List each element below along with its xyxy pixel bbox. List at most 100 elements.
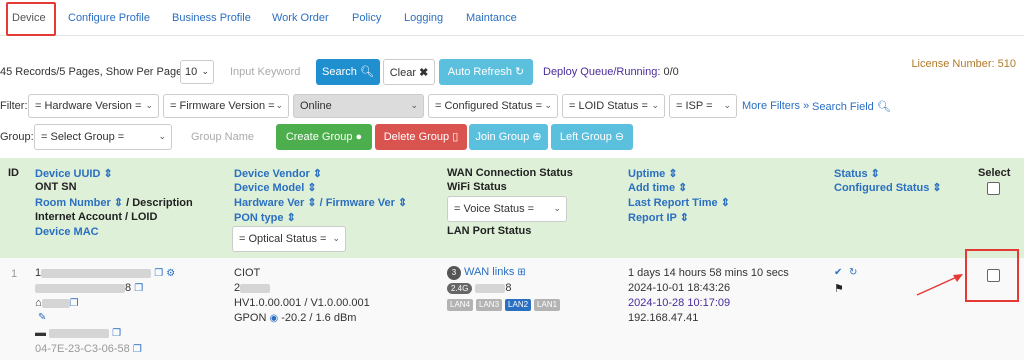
row-add-time: 2024-10-01 18:43:26 (628, 282, 731, 294)
copy-icon[interactable]: ❐ (70, 298, 79, 309)
auto-refresh-button[interactable]: Auto Refresh ↻ (439, 59, 533, 85)
copy-icon[interactable]: ❐ (112, 328, 121, 339)
more-filters-link[interactable]: More Filters » (742, 100, 809, 112)
col-report-ip[interactable]: Report IP ⇕ (628, 211, 689, 224)
tab-bar: Device Configure Profile Business Profil… (0, 0, 1024, 36)
deploy-queue-status[interactable]: Deploy Queue/Running: 0/0 (543, 66, 679, 78)
keyword-input[interactable]: Input Keyword (222, 60, 310, 84)
chevron-down-icon: ⌄ (275, 100, 283, 110)
col-lan-port-status: LAN Port Status (447, 225, 532, 237)
row-pon: GPON ◉ -20.2 / 1.6 dBm (234, 312, 357, 324)
isp-select[interactable]: = ISP = ⌄ (669, 94, 737, 118)
col-configured-status[interactable]: Configured Status ⇕ (834, 181, 942, 194)
chevron-down-icon: ⌄ (410, 100, 418, 110)
row-device-mac: 04-7E-23-C3-06-58 ❐ (35, 343, 142, 355)
plus-circle-icon: ⊕ (532, 131, 542, 143)
row-wan: 3 WAN links ⊞ (447, 266, 526, 280)
row-lan-ports: LAN4 LAN3 LAN2 LAN1 (447, 298, 563, 311)
wifi-band-badge: 2.4G (447, 283, 473, 294)
hardware-version-select[interactable]: = Hardware Version = ⌄ (28, 94, 159, 118)
copy-icon[interactable]: ❐ (134, 283, 143, 294)
col-device-model[interactable]: Device Model ⇕ (234, 181, 317, 194)
col-last-report-time[interactable]: Last Report Time ⇕ (628, 196, 730, 209)
eye-icon[interactable]: ◉ (269, 313, 278, 324)
col-device-uuid[interactable]: Device UUID ⇕ (35, 167, 113, 180)
sync-icon[interactable]: ↻ (849, 267, 857, 278)
redacted-text (475, 283, 506, 293)
wan-links-link[interactable]: WAN links (464, 266, 514, 278)
group-label: Group: (0, 131, 34, 143)
col-uptime[interactable]: Uptime ⇕ (628, 167, 678, 180)
gear-icon[interactable]: ⚙ (166, 268, 175, 279)
redacted-text (240, 283, 271, 293)
redacted-text (41, 298, 70, 308)
sort-icon: ⇕ (103, 168, 113, 180)
optical-status-select[interactable]: = Optical Status = ⌄ (232, 226, 346, 252)
col-device-mac[interactable]: Device MAC (35, 226, 99, 238)
col-room-number[interactable]: Room Number (35, 197, 111, 209)
users-icon: ● (355, 131, 363, 143)
col-room-description: Room Number ⇕ / Description (35, 197, 193, 209)
lan-port-badge: LAN1 (534, 299, 561, 311)
highlight-box-device-tab (6, 2, 56, 36)
col-device-vendor[interactable]: Device Vendor ⇕ (234, 167, 322, 180)
row-model: 2 (234, 282, 271, 294)
lan-port-badge: LAN3 (476, 299, 503, 311)
loid-status-select[interactable]: = LOID Status = ⌄ (562, 94, 665, 118)
row-report-ip: 192.168.47.41 (628, 312, 699, 324)
row-uptime: 1 days 14 hours 58 mins 10 secs (628, 267, 789, 279)
tab-policy[interactable]: Policy (352, 12, 381, 24)
col-status[interactable]: Status ⇕ (834, 167, 880, 180)
chevron-down-icon: ⌄ (145, 100, 153, 110)
create-group-button[interactable]: Create Group ● (276, 124, 372, 150)
col-pon-type[interactable]: PON type ⇕ (234, 211, 296, 224)
clear-button[interactable]: Clear ✖ (383, 59, 435, 85)
status-online-icon: ✔ (834, 267, 843, 278)
lan-port-badge: LAN4 (447, 299, 474, 311)
group-name-input[interactable]: Group Name (183, 125, 271, 149)
search-field-link[interactable]: Search Field 🔍︎ (812, 100, 891, 113)
zoom-icon: 🔍︎ (876, 101, 891, 113)
row-internet-account: ▬ ❐ (35, 327, 121, 339)
chevron-down-icon: ⌄ (332, 233, 340, 243)
select-all-checkbox[interactable] (987, 182, 1000, 195)
minus-circle-icon: ⊖ (614, 131, 625, 143)
col-add-time[interactable]: Add time ⇕ (628, 181, 687, 194)
tab-configure-profile[interactable]: Configure Profile (68, 12, 150, 24)
records-summary: 45 Records/5 Pages, Show Per Page: (0, 66, 186, 78)
edit-pencil-icon[interactable]: ✎ (38, 312, 46, 323)
voice-status-select[interactable]: = Voice Status = ⌄ (447, 196, 567, 222)
configured-status-select[interactable]: = Configured Status = ⌄ (428, 94, 558, 118)
chevron-down-icon: ⌄ (651, 100, 659, 110)
col-wifi-status: WiFi Status (447, 181, 507, 193)
col-description: / Description (126, 197, 193, 209)
trash-icon: ▯ (452, 131, 459, 143)
copy-icon[interactable]: ❐ (154, 268, 163, 279)
redacted-text (49, 328, 110, 338)
left-group-button[interactable]: Left Group ⊖ (551, 124, 633, 150)
chevron-down-icon: ⌄ (158, 131, 166, 141)
row-room: ⌂ ❐ (35, 297, 79, 309)
row-ont-sn: 8 ❐ (35, 282, 143, 294)
tab-work-order[interactable]: Work Order (272, 12, 329, 24)
col-hw-fw-ver[interactable]: Hardware Ver ⇕ / Firmware Ver ⇕ (234, 196, 407, 209)
search-button[interactable]: Search 🔍︎ (316, 59, 380, 85)
firmware-version-select[interactable]: = Firmware Version = ⌄ (163, 94, 289, 118)
per-page-select[interactable]: 10 ⌄ (180, 60, 214, 84)
delete-group-button[interactable]: Delete Group ▯ (375, 124, 467, 150)
chevron-down-icon: ⌄ (201, 66, 209, 76)
select-group-dropdown[interactable]: = Select Group = ⌄ (34, 124, 172, 150)
online-status-select[interactable]: Online ⌄ (293, 94, 424, 118)
tab-business-profile[interactable]: Business Profile (172, 12, 251, 24)
col-wan-connection-status: WAN Connection Status (447, 167, 573, 179)
chevron-down-icon: ⌄ (553, 203, 561, 213)
license-number: License Number: 510 (911, 58, 1016, 70)
copy-icon[interactable]: ❐ (133, 344, 142, 355)
card-icon: ▬ (35, 327, 46, 339)
row-vendor: CIOT (234, 267, 261, 279)
sitemap-icon[interactable]: ⊞ (517, 267, 525, 278)
join-group-button[interactable]: Join Group ⊕ (469, 124, 548, 150)
redacted-text (35, 283, 125, 293)
tab-maintance[interactable]: Maintance (466, 12, 517, 24)
tab-logging[interactable]: Logging (404, 12, 443, 24)
